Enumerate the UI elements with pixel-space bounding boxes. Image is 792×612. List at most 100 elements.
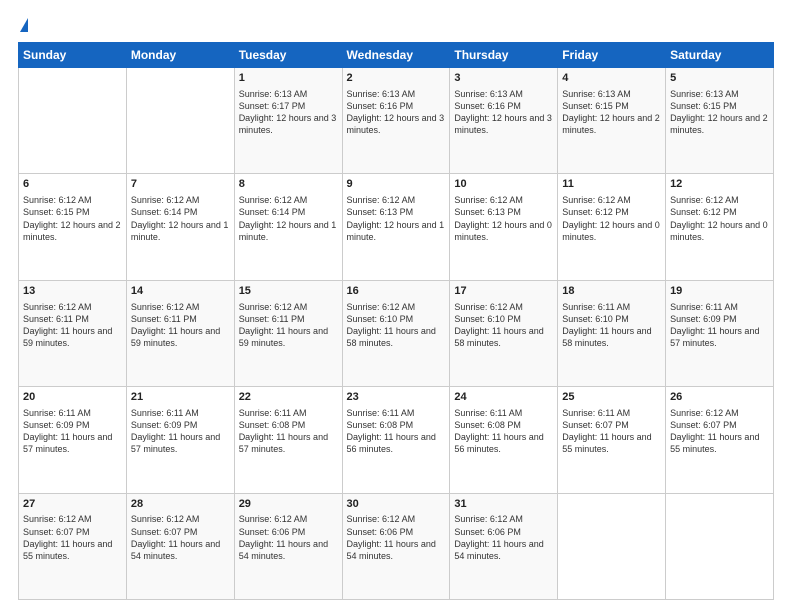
cell-content: Sunrise: 6:11 AM Sunset: 6:08 PM Dayligh… [347, 407, 446, 456]
calendar-cell: 18 Sunrise: 6:11 AM Sunset: 6:10 PM Dayli… [558, 280, 666, 386]
day-number: 1 [239, 71, 338, 86]
day-number: 8 [239, 177, 338, 192]
calendar-table: Sunday Monday Tuesday Wednesday Thursday… [18, 42, 774, 600]
cell-content: Sunrise: 6:12 AM Sunset: 6:14 PM Dayligh… [131, 194, 230, 243]
day-number: 30 [347, 497, 446, 512]
cell-content: Sunrise: 6:11 AM Sunset: 6:07 PM Dayligh… [562, 407, 661, 456]
calendar-cell [19, 68, 127, 174]
day-number: 20 [23, 390, 122, 405]
day-number: 6 [23, 177, 122, 192]
day-number: 31 [454, 497, 553, 512]
calendar-cell: 27Sunrise: 6:12 AM Sunset: 6:07 PM Dayli… [19, 493, 127, 599]
calendar-week-4: 20 Sunrise: 6:11 AM Sunset: 6:09 PM Dayli… [19, 387, 774, 493]
day-number: 12 [670, 177, 769, 192]
calendar-cell: 21 Sunrise: 6:11 AM Sunset: 6:09 PM Dayli… [126, 387, 234, 493]
calendar-cell: 3Sunrise: 6:13 AM Sunset: 6:16 PM Daylig… [450, 68, 558, 174]
calendar-cell: 14 Sunrise: 6:12 AM Sunset: 6:11 PM Dayli… [126, 280, 234, 386]
calendar-cell: 31Sunrise: 6:12 AM Sunset: 6:06 PM Dayli… [450, 493, 558, 599]
calendar-cell: 26Sunrise: 6:12 AM Sunset: 6:07 PM Dayli… [666, 387, 774, 493]
calendar-cell: 12 Sunrise: 6:12 AM Sunset: 6:12 PM Dayli… [666, 174, 774, 280]
cell-content: Sunrise: 6:13 AM Sunset: 6:17 PM Dayligh… [239, 88, 338, 137]
calendar-cell: 30Sunrise: 6:12 AM Sunset: 6:06 PM Dayli… [342, 493, 450, 599]
calendar-week-5: 27Sunrise: 6:12 AM Sunset: 6:07 PM Dayli… [19, 493, 774, 599]
cell-content: Sunrise: 6:12 AM Sunset: 6:11 PM Dayligh… [239, 301, 338, 350]
calendar-cell: 29Sunrise: 6:12 AM Sunset: 6:06 PM Dayli… [234, 493, 342, 599]
cell-content: Sunrise: 6:11 AM Sunset: 6:08 PM Dayligh… [239, 407, 338, 456]
cell-content: Sunrise: 6:11 AM Sunset: 6:10 PM Dayligh… [562, 301, 661, 350]
cell-content: Sunrise: 6:12 AM Sunset: 6:06 PM Dayligh… [454, 513, 553, 562]
calendar-cell: 28Sunrise: 6:12 AM Sunset: 6:07 PM Dayli… [126, 493, 234, 599]
calendar-cell [126, 68, 234, 174]
cell-content: Sunrise: 6:12 AM Sunset: 6:10 PM Dayligh… [347, 301, 446, 350]
cell-content: Sunrise: 6:12 AM Sunset: 6:10 PM Dayligh… [454, 301, 553, 350]
calendar-week-3: 13 Sunrise: 6:12 AM Sunset: 6:11 PM Dayli… [19, 280, 774, 386]
day-number: 27 [23, 497, 122, 512]
calendar-cell: 15 Sunrise: 6:12 AM Sunset: 6:11 PM Dayli… [234, 280, 342, 386]
cell-content: Sunrise: 6:13 AM Sunset: 6:16 PM Dayligh… [347, 88, 446, 137]
calendar-cell: 2 Sunrise: 6:13 AM Sunset: 6:16 PM Daylig… [342, 68, 450, 174]
calendar-cell: 17Sunrise: 6:12 AM Sunset: 6:10 PM Dayli… [450, 280, 558, 386]
cell-content: Sunrise: 6:12 AM Sunset: 6:12 PM Dayligh… [670, 194, 769, 243]
day-number: 28 [131, 497, 230, 512]
calendar-cell: 20 Sunrise: 6:11 AM Sunset: 6:09 PM Dayli… [19, 387, 127, 493]
cell-content: Sunrise: 6:12 AM Sunset: 6:07 PM Dayligh… [23, 513, 122, 562]
calendar-cell: 24 Sunrise: 6:11 AM Sunset: 6:08 PM Dayli… [450, 387, 558, 493]
day-number: 13 [23, 284, 122, 299]
cell-content: Sunrise: 6:12 AM Sunset: 6:06 PM Dayligh… [347, 513, 446, 562]
cell-content: Sunrise: 6:12 AM Sunset: 6:13 PM Dayligh… [454, 194, 553, 243]
cell-content: Sunrise: 6:12 AM Sunset: 6:14 PM Dayligh… [239, 194, 338, 243]
calendar: Sunday Monday Tuesday Wednesday Thursday… [18, 42, 774, 600]
calendar-cell: 7 Sunrise: 6:12 AM Sunset: 6:14 PM Daylig… [126, 174, 234, 280]
cell-content: Sunrise: 6:12 AM Sunset: 6:06 PM Dayligh… [239, 513, 338, 562]
calendar-week-1: 1 Sunrise: 6:13 AM Sunset: 6:17 PM Daylig… [19, 68, 774, 174]
header [18, 18, 774, 32]
cell-content: Sunrise: 6:11 AM Sunset: 6:08 PM Dayligh… [454, 407, 553, 456]
day-number: 16 [347, 284, 446, 299]
cell-content: Sunrise: 6:12 AM Sunset: 6:07 PM Dayligh… [131, 513, 230, 562]
day-number: 21 [131, 390, 230, 405]
calendar-cell: 16 Sunrise: 6:12 AM Sunset: 6:10 PM Dayli… [342, 280, 450, 386]
calendar-cell: 25 Sunrise: 6:11 AM Sunset: 6:07 PM Dayli… [558, 387, 666, 493]
day-number: 15 [239, 284, 338, 299]
cell-content: Sunrise: 6:12 AM Sunset: 6:15 PM Dayligh… [23, 194, 122, 243]
cell-content: Sunrise: 6:13 AM Sunset: 6:15 PM Dayligh… [670, 88, 769, 137]
cell-content: Sunrise: 6:12 AM Sunset: 6:07 PM Dayligh… [670, 407, 769, 456]
cell-content: Sunrise: 6:12 AM Sunset: 6:11 PM Dayligh… [23, 301, 122, 350]
calendar-cell: 6 Sunrise: 6:12 AM Sunset: 6:15 PM Daylig… [19, 174, 127, 280]
day-number: 25 [562, 390, 661, 405]
day-number: 7 [131, 177, 230, 192]
header-row: Sunday Monday Tuesday Wednesday Thursday… [19, 43, 774, 68]
cell-content: Sunrise: 6:13 AM Sunset: 6:15 PM Dayligh… [562, 88, 661, 137]
calendar-cell: 1 Sunrise: 6:13 AM Sunset: 6:17 PM Daylig… [234, 68, 342, 174]
calendar-week-2: 6 Sunrise: 6:12 AM Sunset: 6:15 PM Daylig… [19, 174, 774, 280]
header-sunday: Sunday [19, 43, 127, 68]
header-tuesday: Tuesday [234, 43, 342, 68]
day-number: 2 [347, 71, 446, 86]
calendar-cell: 8 Sunrise: 6:12 AM Sunset: 6:14 PM Daylig… [234, 174, 342, 280]
header-wednesday: Wednesday [342, 43, 450, 68]
cell-content: Sunrise: 6:11 AM Sunset: 6:09 PM Dayligh… [670, 301, 769, 350]
day-number: 9 [347, 177, 446, 192]
calendar-cell [666, 493, 774, 599]
day-number: 4 [562, 71, 661, 86]
header-monday: Monday [126, 43, 234, 68]
header-friday: Friday [558, 43, 666, 68]
page: Sunday Monday Tuesday Wednesday Thursday… [0, 0, 792, 612]
cell-content: Sunrise: 6:12 AM Sunset: 6:12 PM Dayligh… [562, 194, 661, 243]
calendar-cell: 23Sunrise: 6:11 AM Sunset: 6:08 PM Dayli… [342, 387, 450, 493]
day-number: 18 [562, 284, 661, 299]
calendar-cell: 11Sunrise: 6:12 AM Sunset: 6:12 PM Dayli… [558, 174, 666, 280]
cell-content: Sunrise: 6:11 AM Sunset: 6:09 PM Dayligh… [23, 407, 122, 456]
calendar-cell: 9Sunrise: 6:12 AM Sunset: 6:13 PM Daylig… [342, 174, 450, 280]
calendar-cell: 4 Sunrise: 6:13 AM Sunset: 6:15 PM Daylig… [558, 68, 666, 174]
day-number: 3 [454, 71, 553, 86]
day-number: 19 [670, 284, 769, 299]
logo-icon [20, 18, 28, 32]
day-number: 5 [670, 71, 769, 86]
cell-content: Sunrise: 6:12 AM Sunset: 6:11 PM Dayligh… [131, 301, 230, 350]
day-number: 14 [131, 284, 230, 299]
day-number: 24 [454, 390, 553, 405]
cell-content: Sunrise: 6:11 AM Sunset: 6:09 PM Dayligh… [131, 407, 230, 456]
calendar-cell: 5 Sunrise: 6:13 AM Sunset: 6:15 PM Daylig… [666, 68, 774, 174]
header-saturday: Saturday [666, 43, 774, 68]
